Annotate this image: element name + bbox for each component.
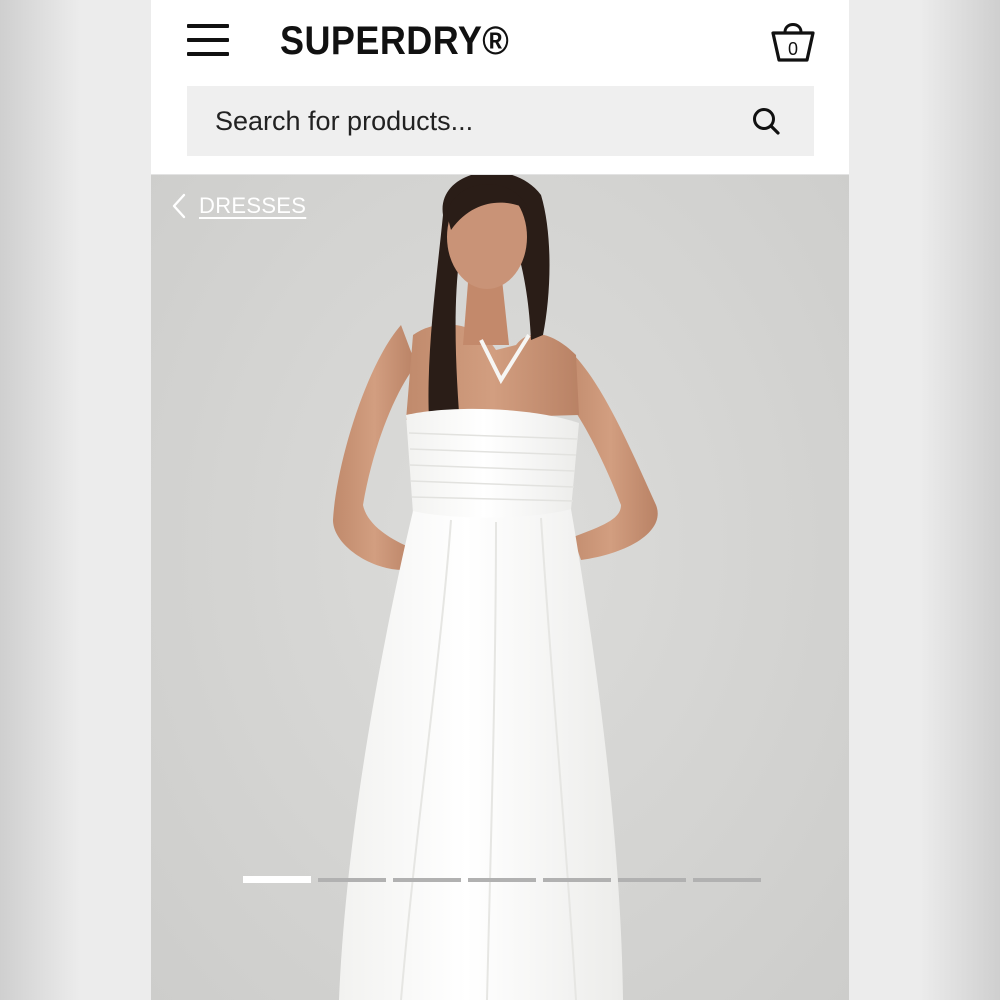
search-input[interactable] [187, 86, 747, 156]
search-button[interactable] [747, 102, 787, 142]
phone-screen: SUPERDRY® 0 Search for products... DRESS… [151, 0, 849, 1000]
gallery-pagination [243, 875, 761, 885]
menu-button[interactable] [187, 24, 229, 58]
basket-button[interactable]: 0 [769, 16, 817, 64]
hamburger-menu-icon-bar [187, 52, 229, 56]
gallery-page-indicator[interactable] [243, 876, 311, 883]
gallery-page-indicator[interactable] [468, 878, 536, 882]
gallery-page-indicator[interactable] [393, 878, 461, 882]
search-icon [753, 108, 780, 135]
site-header: SUPERDRY® 0 [151, 0, 849, 78]
breadcrumb-back-link[interactable]: DRESSES [171, 193, 306, 219]
hamburger-menu-icon-bar [187, 38, 229, 42]
basket-count: 0 [787, 39, 798, 59]
gallery-page-indicator[interactable] [543, 878, 611, 882]
gallery-page-indicator[interactable] [693, 878, 761, 882]
breadcrumb-label: DRESSES [199, 193, 307, 218]
chevron-left-icon [172, 193, 186, 219]
gallery-page-indicator[interactable] [318, 878, 386, 882]
search-bar [187, 86, 814, 156]
product-image-gallery[interactable]: DRESSES [151, 175, 849, 1000]
hamburger-menu-icon [187, 24, 229, 28]
brand-logo[interactable]: SUPERDRY® [280, 16, 509, 66]
gallery-page-indicator[interactable] [618, 878, 686, 882]
